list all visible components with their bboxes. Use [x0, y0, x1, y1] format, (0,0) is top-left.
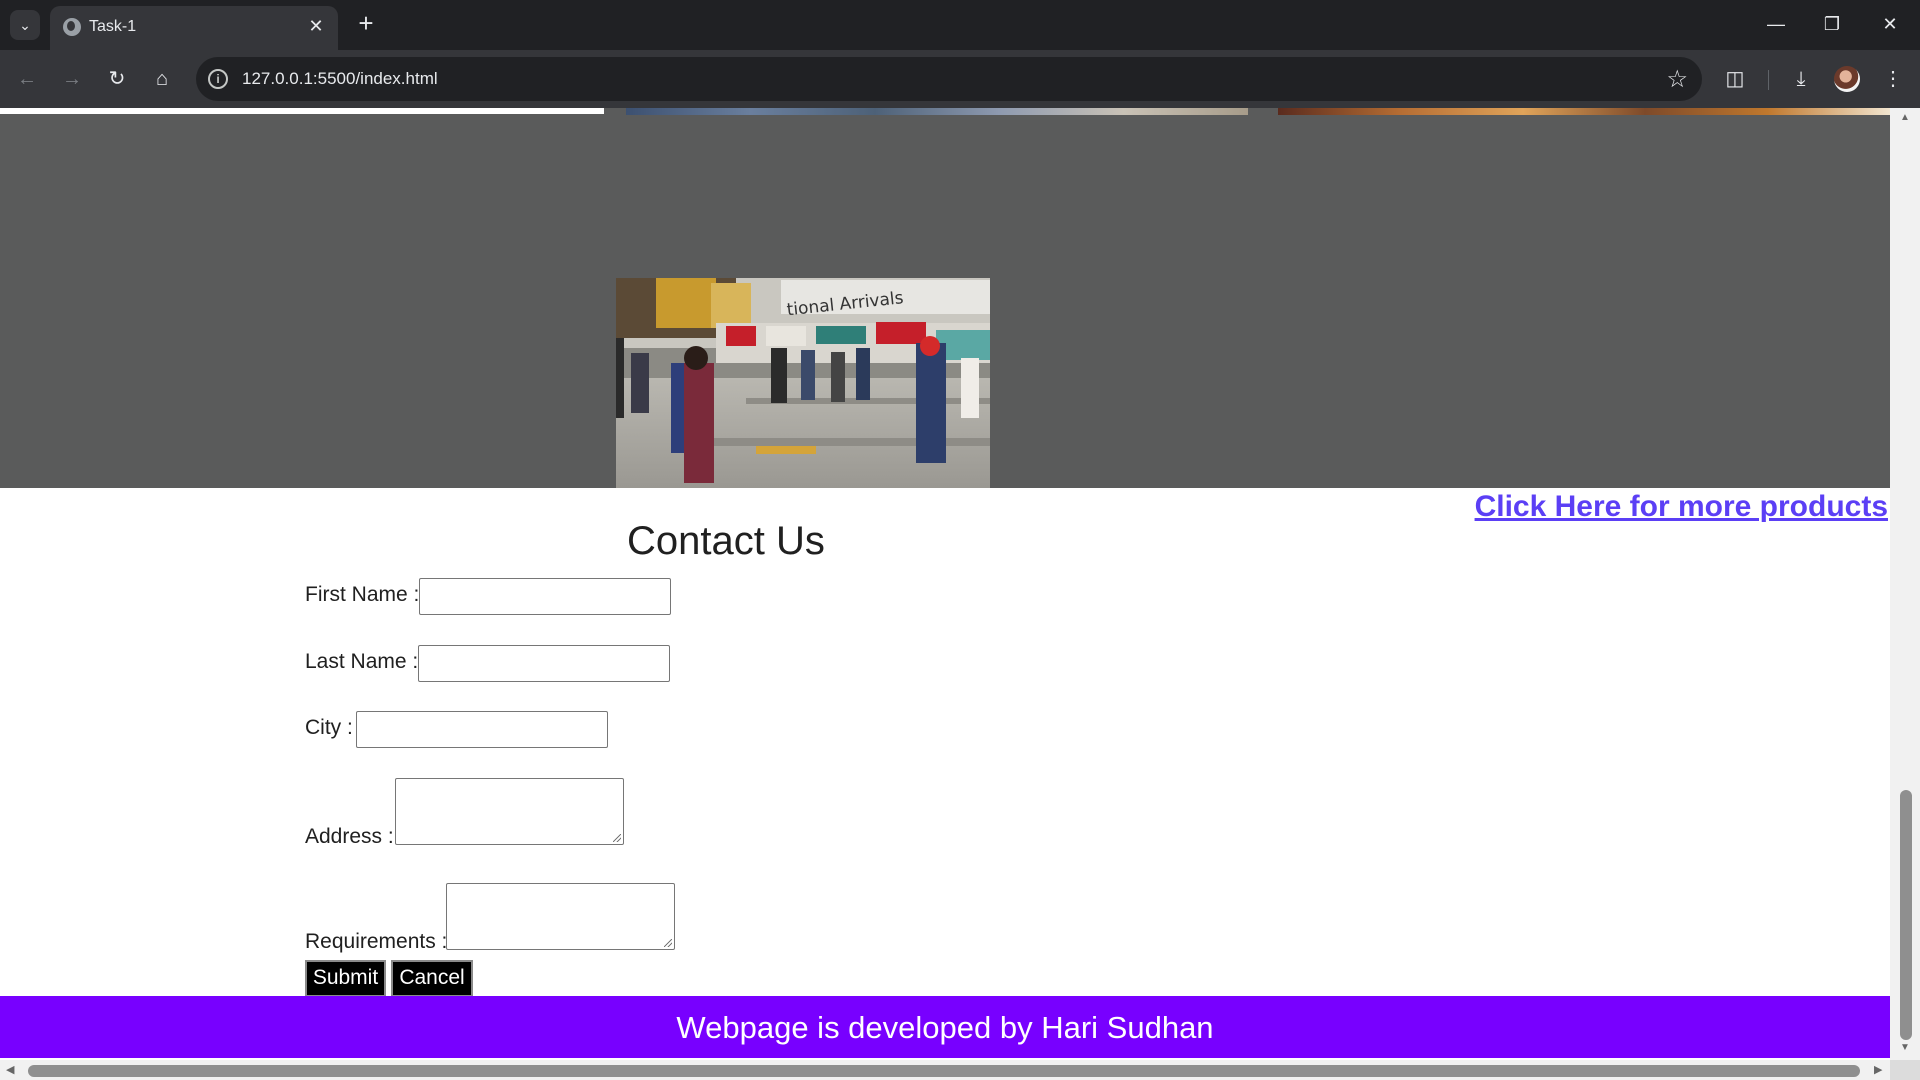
- more-products-link[interactable]: Click Here for more products: [1475, 490, 1888, 524]
- scroll-right-icon[interactable]: ▶: [1874, 1063, 1882, 1076]
- airport-arrivals-photo: tional Arrivals: [616, 278, 990, 488]
- chevron-down-icon: ⌄: [19, 16, 31, 33]
- star-icon[interactable]: ☆: [1666, 65, 1688, 94]
- address-textarea[interactable]: [395, 778, 624, 845]
- page-viewport: tional Arrivals Click Here for more prod…: [0, 108, 1890, 1060]
- gallery-image-top-middle: [626, 108, 1248, 115]
- avatar[interactable]: [1834, 66, 1860, 92]
- gallery-image-top-right: [1278, 108, 1890, 115]
- scroll-down-icon[interactable]: ▼: [1898, 1042, 1912, 1053]
- new-tab-button[interactable]: +: [352, 10, 380, 38]
- url-text[interactable]: 127.0.0.1:5500/index.html: [242, 69, 438, 89]
- download-icon[interactable]: ⤓: [1786, 64, 1816, 94]
- product-gallery: tional Arrivals: [0, 108, 1890, 488]
- scroll-up-icon[interactable]: ▲: [1898, 112, 1912, 123]
- browser-toolbar: ← → ↻ ⌂ i 127.0.0.1:5500/index.html ☆ ◫ …: [0, 50, 1920, 108]
- reload-icon[interactable]: ↻: [102, 64, 132, 94]
- puzzle-icon[interactable]: ◫: [1720, 64, 1750, 94]
- city-field[interactable]: [356, 711, 608, 748]
- city-label: City :: [305, 716, 353, 739]
- last-name-label: Last Name :: [305, 650, 419, 673]
- active-tab[interactable]: Task-1 ✕: [50, 6, 338, 50]
- cancel-button[interactable]: Cancel: [391, 960, 473, 997]
- requirements-label: Requirements :: [305, 930, 448, 953]
- info-icon[interactable]: i: [208, 69, 228, 89]
- requirements-textarea[interactable]: [446, 883, 675, 950]
- horizontal-scrollbar[interactable]: ◀ ▶: [0, 1060, 1890, 1080]
- first-name-label: First Name :: [305, 583, 420, 606]
- tab-search-button[interactable]: ⌄: [10, 10, 40, 40]
- home-icon[interactable]: ⌂: [147, 64, 177, 94]
- address-label: Address :: [305, 825, 394, 848]
- first-name-field[interactable]: [419, 578, 671, 615]
- scrollbar-corner: [1890, 1060, 1920, 1080]
- restore-icon[interactable]: ❐: [1812, 10, 1852, 38]
- vertical-scrollbar[interactable]: ▲ ▼: [1890, 108, 1920, 1060]
- scroll-left-icon[interactable]: ◀: [6, 1063, 14, 1076]
- tab-bar: ⌄ Task-1 ✕ + — ❐ ✕: [0, 0, 1920, 50]
- close-icon[interactable]: ✕: [304, 14, 328, 38]
- footer: Webpage is developed by Hari Sudhan: [0, 996, 1890, 1058]
- vertical-scroll-thumb[interactable]: [1900, 790, 1912, 1040]
- address-bar[interactable]: i 127.0.0.1:5500/index.html ☆: [196, 57, 1702, 101]
- tab-title: Task-1: [89, 18, 137, 35]
- gallery-image-top-left: [0, 108, 604, 114]
- contact-title: Contact Us: [627, 519, 825, 563]
- horizontal-scroll-thumb[interactable]: [28, 1065, 1860, 1077]
- toolbar-divider: [1768, 70, 1769, 90]
- last-name-field[interactable]: [418, 645, 670, 682]
- submit-button[interactable]: Submit: [305, 960, 386, 997]
- window-close-icon[interactable]: ✕: [1870, 10, 1910, 38]
- minimize-icon[interactable]: —: [1756, 10, 1796, 38]
- back-arrow-icon[interactable]: ←: [12, 64, 42, 94]
- footer-text: Webpage is developed by Hari Sudhan: [676, 1010, 1214, 1045]
- globe-icon: [63, 18, 81, 36]
- kebab-menu-icon[interactable]: ⋮: [1878, 64, 1908, 94]
- forward-arrow-icon[interactable]: →: [57, 64, 87, 94]
